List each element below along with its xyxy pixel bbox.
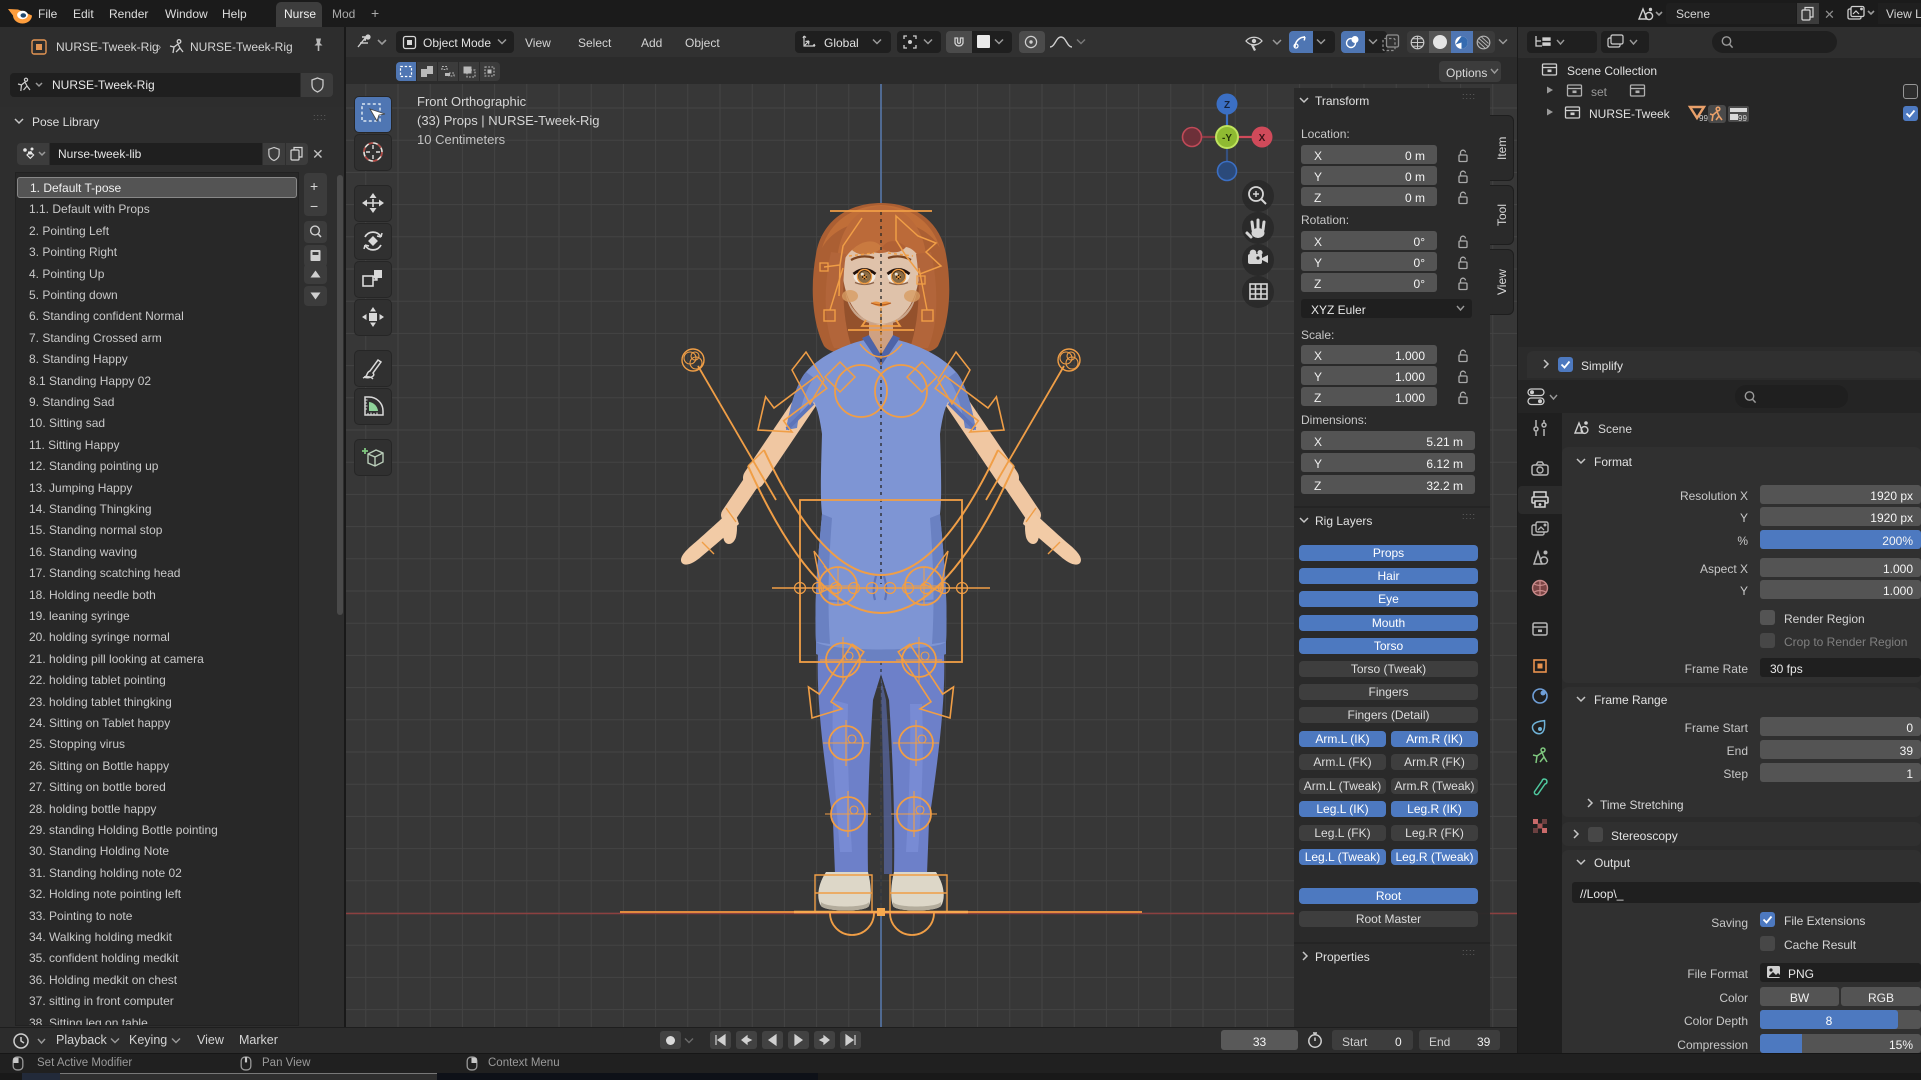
svg-text:X: X (1259, 133, 1266, 144)
svg-text:-Y: -Y (1222, 133, 1232, 144)
svg-text:99: 99 (1738, 114, 1747, 123)
svg-text:Z: Z (1224, 100, 1230, 111)
svg-text:99: 99 (1699, 114, 1708, 123)
